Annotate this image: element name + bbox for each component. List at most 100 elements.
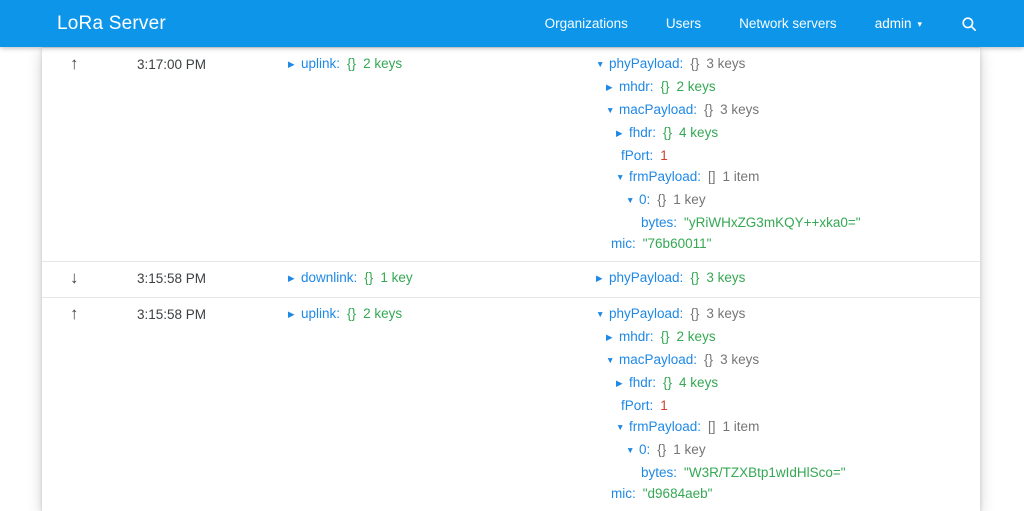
json-item-count: 4 keys [679,125,719,140]
json-tree-line: ▼ macPayload: {} 3 keys [596,349,966,372]
collapse-arrow-icon[interactable]: ▼ [616,417,629,438]
expand-arrow-icon[interactable]: ▶ [596,268,609,289]
json-item-count: 1 key [380,270,413,285]
json-item-count: 2 keys [363,306,403,321]
json-value-string: "yRiWHxZG3mKQY++xka0=" [684,215,861,230]
frame-timestamp: 3:15:58 PM [137,307,207,322]
collapse-arrow-icon[interactable]: ▼ [606,350,619,371]
frame-summary-tree: ▶ downlink: {} 1 key [288,267,596,290]
json-tree-line: ▼ macPayload: {} 3 keys [596,99,966,122]
json-brace: {} [660,329,670,344]
json-tree-line: ▶ fhdr: {} 4 keys [596,122,966,145]
json-tree-line: ▼ 0: {} 1 key [596,189,966,212]
collapse-arrow-icon[interactable]: ▼ [596,304,609,325]
json-key[interactable]: frmPayload: [629,416,701,437]
expand-arrow-icon[interactable]: ▶ [606,77,619,98]
json-tree-line: mic: "d9684aeb" [596,483,966,504]
json-key[interactable]: downlink: [301,267,357,288]
arrow-up-icon: ↑ [70,54,79,73]
json-key[interactable]: phyPayload: [609,53,683,74]
json-value-string: "76b60011" [642,236,712,251]
json-brace: {} [347,306,357,321]
json-key[interactable]: mic: [611,233,636,254]
frame-payload-tree: ▶ phyPayload: {} 3 keys [596,267,966,290]
json-tree-line: ▶ phyPayload: {} 3 keys [596,267,966,290]
frame-summary-tree: ▶ uplink: {} 2 keys [288,53,596,254]
json-key[interactable]: fPort: [621,395,653,416]
json-key[interactable]: uplink: [301,53,340,74]
expand-arrow-icon[interactable]: ▶ [616,373,629,394]
json-tree-line: ▶ fhdr: {} 4 keys [596,372,966,395]
json-key[interactable]: macPayload: [619,99,697,120]
search-button[interactable] [960,15,978,33]
json-key[interactable]: 0: [639,439,650,460]
json-brace: {} [663,125,673,140]
direction-cell: ↓ [56,267,137,290]
json-brace: {} [347,56,357,71]
json-key[interactable]: frmPayload: [629,166,701,187]
collapse-arrow-icon[interactable]: ▼ [616,167,629,188]
collapse-arrow-icon[interactable]: ▼ [606,100,619,121]
json-brace: {} [657,442,667,457]
json-key[interactable]: bytes: [641,462,677,483]
expand-arrow-icon[interactable]: ▶ [606,327,619,348]
collapse-arrow-icon[interactable]: ▼ [626,440,639,461]
search-icon [960,15,978,33]
expand-arrow-icon[interactable]: ▶ [288,268,301,289]
nav-users[interactable]: Users [666,16,701,31]
json-key[interactable]: fhdr: [629,122,656,143]
json-item-count: 1 item [722,169,760,184]
json-item-count: 3 keys [706,56,746,71]
json-tree-line: ▼ frmPayload: [] 1 item [596,416,966,439]
json-tree-line: ▶ mhdr: {} 2 keys [596,76,966,99]
frame-log-table: ↑ 3:17:00 PM ▶ uplink:{} 2 keys ▼ phyPayloa… [42,47,980,511]
collapse-arrow-icon[interactable]: ▼ [596,54,609,75]
json-key[interactable]: fPort: [621,145,653,166]
json-key[interactable]: uplink: [301,303,340,324]
json-key[interactable]: bytes: [641,212,677,233]
user-menu-admin[interactable]: admin ▾ [875,16,922,31]
frame-log-row: ↑ 3:17:00 PM ▶ uplink:{} 2 keys ▼ phyPayloa… [42,48,980,261]
frame-log-row: ↑ 3:15:58 PM ▶ uplink:{} 2 keys ▼ phyPayloa… [42,297,980,511]
json-tree-line: ▶ mhdr: {} 2 keys [596,326,966,349]
json-key[interactable]: macPayload: [619,349,697,370]
page-content: ↑ 3:17:00 PM ▶ uplink:{} 2 keys ▼ phyPayloa… [0,47,1024,511]
json-key[interactable]: phyPayload: [609,267,683,288]
json-item-count: 3 keys [720,102,760,117]
json-key[interactable]: 0: [639,189,650,210]
arrow-down-icon: ↓ [70,268,79,287]
chevron-down-icon: ▾ [917,19,922,29]
arrow-up-icon: ↑ [70,304,79,323]
json-key[interactable]: mhdr: [619,76,654,97]
json-item-count: 3 keys [706,306,746,321]
json-brace: {} [657,192,667,207]
json-tree-line: ▶ downlink: {} 1 key [288,267,596,290]
expand-arrow-icon[interactable]: ▶ [616,123,629,144]
json-brace: {} [660,79,670,94]
json-tree-line: fPort: 1 [596,395,966,416]
json-tree-line: ▼ phyPayload: {} 3 keys [596,53,966,76]
json-key[interactable]: mic: [611,483,636,504]
nav-organizations[interactable]: Organizations [545,16,628,31]
direction-cell: ↑ [56,53,137,254]
frame-payload-tree: ▼ phyPayload:{} 3 keys ▶ mhdr:{} 2 keys ▼ macPa… [596,53,966,254]
collapse-arrow-icon[interactable]: ▼ [626,190,639,211]
json-item-count: 3 keys [720,352,760,367]
json-key[interactable]: phyPayload: [609,303,683,324]
direction-cell: ↑ [56,303,137,504]
json-tree-line: mic: "76b60011" [596,233,966,254]
expand-arrow-icon[interactable]: ▶ [288,54,301,75]
json-tree-line: ▶ uplink: {} 2 keys [288,303,596,326]
json-tree-line: bytes: "W3R/TZXBtp1wIdHlSco=" [596,462,966,483]
json-item-count: 1 item [722,419,760,434]
expand-arrow-icon[interactable]: ▶ [288,304,301,325]
json-key[interactable]: mhdr: [619,326,654,347]
live-frame-logs-card: ↑ 3:17:00 PM ▶ uplink:{} 2 keys ▼ phyPayloa… [42,47,980,511]
user-menu-label: admin [874,16,912,31]
frame-log-row: ↓ 3:15:58 PM ▶ downlink:{} 1 key ▶ phyPaylo… [42,261,980,297]
json-item-count: 2 keys [676,329,716,344]
json-key[interactable]: fhdr: [629,372,656,393]
json-tree-line: ▼ phyPayload: {} 3 keys [596,303,966,326]
nav-network-servers[interactable]: Network servers [739,16,837,31]
json-brace: {} [704,352,714,367]
